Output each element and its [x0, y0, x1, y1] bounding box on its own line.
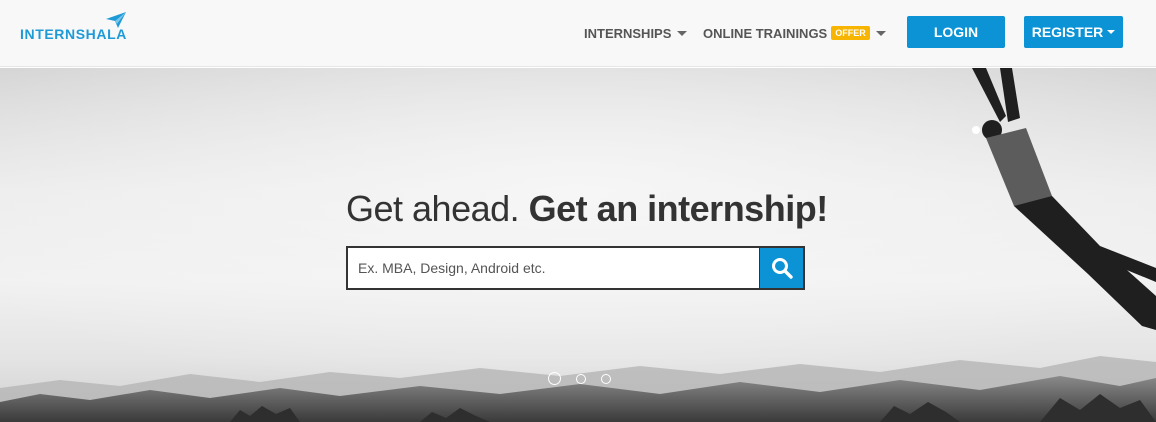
hero-banner: Get ahead. Get an internship! — [0, 68, 1156, 422]
internshala-logo[interactable]: INTERNSHALA — [20, 12, 132, 44]
login-label: LOGIN — [933, 24, 979, 40]
register-button[interactable]: REGISTER — [1024, 16, 1123, 48]
offer-badge: OFFER — [831, 26, 870, 40]
logo-text: INTERNSHALA — [20, 26, 127, 42]
hero-background-image — [0, 68, 1156, 422]
nav-internships-label: INTERNSHIPS — [584, 25, 672, 41]
headline-bold: Get an internship! — [528, 188, 829, 229]
search-icon — [771, 258, 793, 279]
slide-dot-3[interactable] — [601, 374, 611, 384]
search-button[interactable] — [760, 246, 805, 290]
search-field — [346, 246, 761, 290]
caret-down-icon — [875, 30, 886, 36]
slide-dot-1[interactable] — [548, 372, 561, 385]
slider-indicators — [546, 372, 616, 388]
login-button[interactable]: LOGIN — [907, 16, 1005, 48]
caret-down-icon — [1107, 30, 1116, 34]
nav-online-trainings[interactable]: ONLINE TRAININGS OFFER — [703, 24, 886, 42]
nav-internships[interactable]: INTERNSHIPS — [584, 24, 688, 42]
slide-dot-2[interactable] — [576, 374, 586, 384]
top-navbar: INTERNSHALA INTERNSHIPS ONLINE TRAININGS… — [0, 0, 1156, 67]
headline-light: Get ahead. — [346, 188, 520, 229]
caret-down-icon — [677, 30, 688, 36]
nav-trainings-label: ONLINE TRAININGS — [703, 25, 828, 41]
hero-headline: Get ahead. Get an internship! — [346, 188, 828, 238]
search-input[interactable] — [358, 253, 748, 283]
register-label: REGISTER — [1031, 24, 1104, 40]
